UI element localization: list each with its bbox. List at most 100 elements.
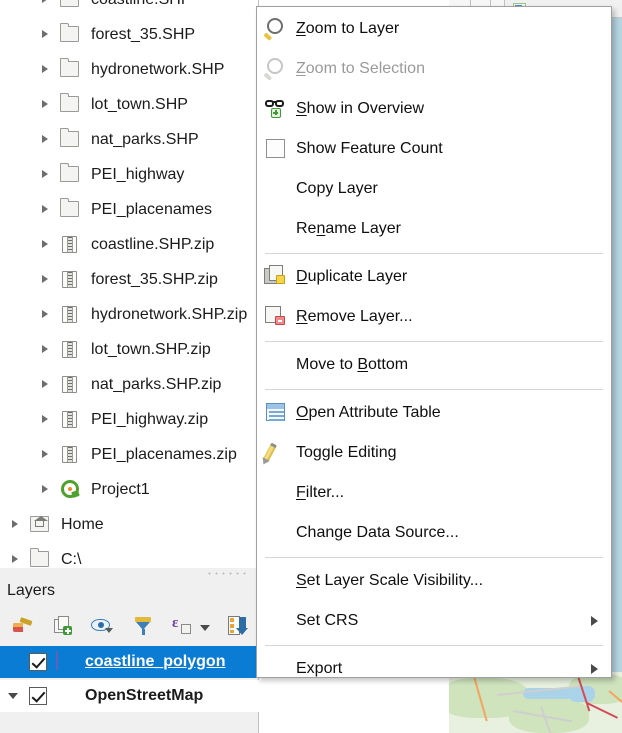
browser-tree-item[interactable]: nat_parks.SHP [0, 122, 258, 157]
layer-visibility-checkbox[interactable] [29, 687, 47, 705]
browser-tree-item-label: forest_35.SHP.zip [91, 270, 218, 288]
menu-item-icon-placeholder [264, 353, 288, 377]
expand-arrow-icon[interactable] [41, 485, 50, 494]
context-menu-item[interactable]: Toggle Editing [258, 433, 611, 473]
expand-arrow-icon[interactable] [11, 555, 20, 564]
layer-name-label: coastline_polygon [85, 653, 226, 670]
browser-tree-item[interactable]: hydronetwork.SHP [0, 52, 258, 87]
context-menu-item[interactable]: Filter... [258, 473, 611, 513]
browser-tree-item[interactable]: coastline.SHP [0, 0, 258, 17]
zip-icon [59, 445, 81, 464]
context-menu-item-label: Show Feature Count [296, 140, 443, 157]
browser-tree-item[interactable]: nat_parks.SHP.zip [0, 367, 258, 402]
context-menu-item[interactable]: Remove Layer... [258, 297, 611, 337]
context-menu-item-label: Export [296, 660, 343, 677]
browser-tree-item[interactable]: PEI_placenames.zip [0, 437, 258, 472]
browser-tree-item[interactable]: PEI_placenames [0, 192, 258, 227]
expand-collapse-all-button[interactable] [225, 613, 251, 639]
add-group-button[interactable] [50, 613, 76, 639]
zoom-to-selection-icon [263, 57, 288, 81]
browser-tree-item[interactable]: PEI_highway [0, 157, 258, 192]
collapse-arrow-icon[interactable] [8, 690, 20, 702]
browser-tree-item[interactable]: coastline.SHP.zip [0, 227, 258, 262]
layers-panel: Layers ε coastline_polygon OpenStreetMap [0, 568, 259, 733]
context-menu-item[interactable]: Show Feature Count [258, 129, 611, 169]
layers-panel-title: Layers [7, 582, 56, 599]
menu-item-icon-placeholder [264, 481, 288, 505]
browser-tree-item[interactable]: Home [0, 507, 258, 542]
context-menu-item[interactable]: Export [258, 649, 611, 677]
browser-tree-item[interactable]: forest_35.SHP.zip [0, 262, 258, 297]
funnel-icon [135, 617, 151, 635]
context-menu-item-label: Move to Bottom [296, 356, 409, 373]
remove-layer-icon [264, 305, 288, 329]
context-menu-item[interactable]: Set Layer Scale Visibility... [258, 561, 611, 601]
panel-grip-handle[interactable] [206, 571, 250, 576]
expand-arrow-icon[interactable] [41, 380, 50, 389]
context-menu-item[interactable]: Open Attribute Table [258, 393, 611, 433]
chevron-down-icon[interactable] [200, 625, 210, 631]
filter-legend-expression-button[interactable]: ε [169, 613, 195, 639]
context-menu-item-label: Remove Layer... [296, 308, 413, 325]
expand-arrow-icon[interactable] [41, 135, 50, 144]
expand-arrow-icon[interactable] [41, 0, 50, 4]
expand-arrow-icon[interactable] [41, 275, 50, 284]
menu-item-icon-placeholder [264, 657, 288, 677]
browser-tree-item[interactable]: forest_35.SHP [0, 17, 258, 52]
context-menu-item-label: Filter... [296, 484, 345, 501]
context-menu-item[interactable]: Move to Bottom [258, 345, 611, 385]
browser-tree-item[interactable]: lot_town.SHP.zip [0, 332, 258, 367]
expand-arrow-icon[interactable] [41, 100, 50, 109]
layer-visibility-checkbox[interactable] [29, 653, 47, 671]
context-menu-item[interactable]: Zoom to Layer [258, 9, 611, 49]
menu-separator [265, 253, 603, 254]
browser-tree-item[interactable]: Project1 [0, 472, 258, 507]
menu-item-icon-placeholder [264, 521, 288, 545]
context-menu-item-label: Rename Layer [296, 220, 401, 237]
raster-swatch-icon [56, 686, 76, 706]
context-menu-item[interactable]: Set CRS [258, 601, 611, 641]
expand-arrow-icon[interactable] [41, 240, 50, 249]
layer-context-menu[interactable]: Zoom to Layer Zoom to Selection Show in Ov… [256, 6, 612, 678]
manage-map-themes-button[interactable] [89, 613, 115, 639]
context-menu-item[interactable]: Copy Layer [258, 169, 611, 209]
zip-icon [59, 235, 81, 254]
browser-tree-item[interactable]: lot_town.SHP [0, 87, 258, 122]
browser-tree-panel[interactable]: coastline.SHP forest_35.SHP hydronetwork.S… [0, 0, 259, 567]
expand-arrow-icon[interactable] [41, 65, 50, 74]
zip-icon [59, 305, 81, 324]
open-layer-styling-panel-button[interactable] [10, 613, 36, 639]
expand-arrow-icon[interactable] [11, 520, 20, 529]
expand-arrow-icon[interactable] [41, 170, 50, 179]
browser-tree-item[interactable]: PEI_highway.zip [0, 402, 258, 437]
browser-tree-item-label: Project1 [91, 480, 150, 498]
context-menu-item[interactable]: Show in Overview [258, 89, 611, 129]
layer-tree-row[interactable]: coastline_polygon [0, 646, 259, 678]
expand-arrow-icon[interactable] [41, 415, 50, 424]
browser-tree-item-label: Home [61, 515, 104, 533]
context-menu-item-label: Show in Overview [296, 100, 425, 117]
filter-legend-button[interactable] [130, 613, 156, 639]
browser-tree-item-label: hydronetwork.SHP.zip [91, 305, 248, 323]
qgis-icon [59, 480, 81, 499]
browser-tree-item-label: C:\ [61, 550, 82, 567]
context-menu-item[interactable]: Duplicate Layer [258, 257, 611, 297]
browser-tree-item-label: coastline.SHP.zip [91, 235, 215, 253]
context-menu-item-label: Zoom to Layer [296, 20, 400, 37]
folder-icon [59, 23, 81, 44]
expand-arrow-icon[interactable] [41, 450, 50, 459]
menu-item-icon-placeholder [264, 217, 288, 241]
expand-arrow-icon[interactable] [41, 345, 50, 354]
menu-separator [265, 557, 603, 558]
layer-tree-row[interactable]: OpenStreetMap [0, 680, 259, 712]
context-menu-item[interactable]: Rename Layer [258, 209, 611, 249]
folder-icon [59, 0, 81, 9]
glasses-icon [264, 97, 288, 121]
expand-arrow-icon[interactable] [41, 205, 50, 214]
context-menu-item[interactable]: Change Data Source... [258, 513, 611, 553]
browser-tree-item[interactable]: C:\ [0, 542, 258, 567]
browser-tree-item[interactable]: hydronetwork.SHP.zip [0, 297, 258, 332]
expand-arrow-icon[interactable] [41, 310, 50, 319]
expand-arrow-icon[interactable] [41, 30, 50, 39]
eye-icon [91, 619, 113, 633]
